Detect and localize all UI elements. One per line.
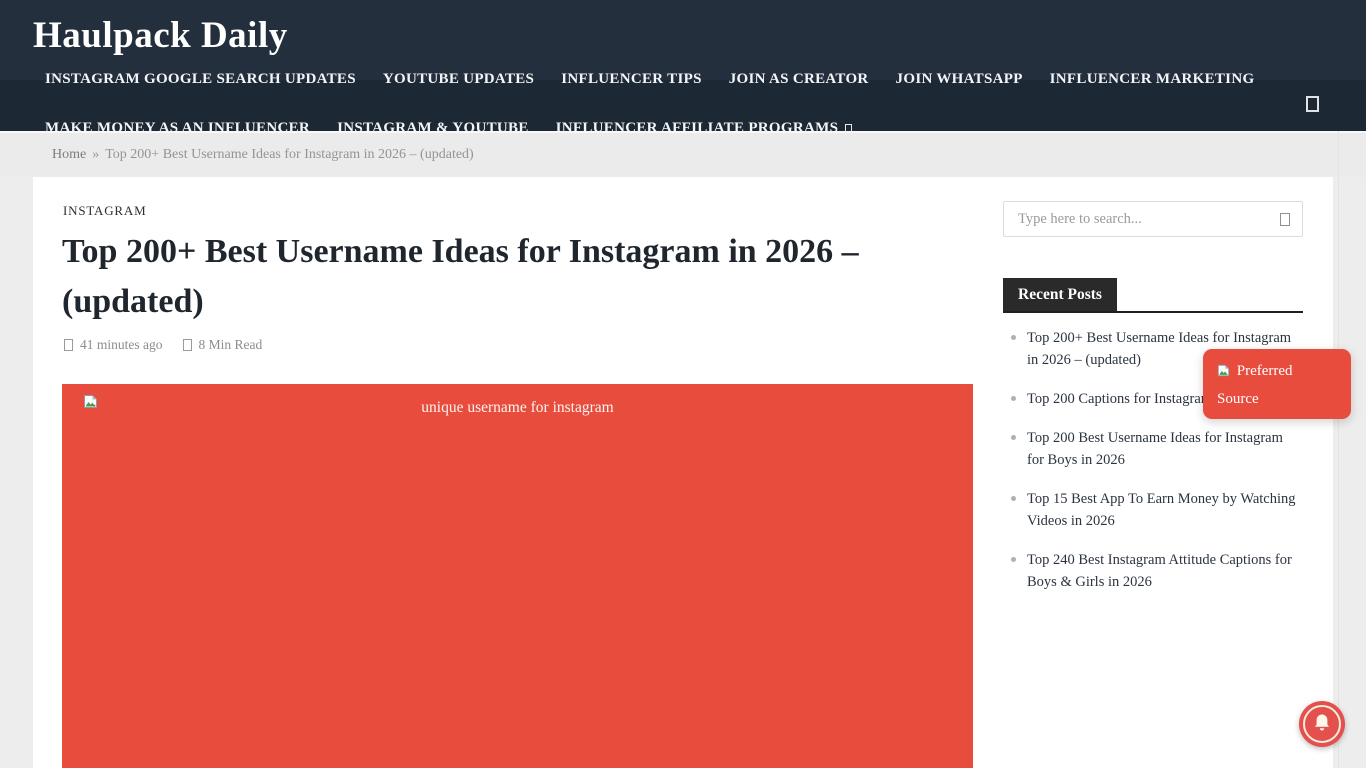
notifications-bell-button[interactable] [1299,701,1345,747]
bell-icon [1312,713,1332,735]
nav-link-join-as-creator[interactable]: JOIN AS CREATOR [729,71,869,88]
preferred-source-popup[interactable]: Preferred Source [1203,349,1351,419]
nav-link-youtube-updates[interactable]: YOUTUBE UPDATES [383,71,534,88]
nav-link-influencer-tips[interactable]: INFLUENCER TIPS [561,71,702,88]
recent-post-link-3[interactable]: Top 200 Best Username Ideas for Instagra… [1027,430,1283,468]
broken-image-icon [1217,365,1234,381]
nav-row-1: INSTAGRAM GOOGLE SEARCH UPDATES YOUTUBE … [45,71,1254,88]
nav-item[interactable]: INFLUENCER MARKETING [1050,71,1255,88]
breadcrumb-separator: » [92,147,99,162]
search-input[interactable] [1004,202,1302,236]
list-item: Top 15 Best App To Earn Money by Watchin… [1003,488,1303,532]
list-item: Top 240 Best Instagram Attitude Captions… [1003,549,1303,593]
sidebar-search [1003,201,1303,237]
featured-image-alt-text: unique username for instagram [62,399,973,417]
page-title: Top 200+ Best Username Ideas for Instagr… [62,227,882,327]
recent-post-link-5[interactable]: Top 240 Best Instagram Attitude Captions… [1027,552,1292,590]
read-time: 8 Min Read [183,337,263,353]
breadcrumb: Home » Top 200+ Best Username Ideas for In… [52,147,474,163]
nav-item[interactable]: YOUTUBE UPDATES [383,71,534,88]
post-meta: 41 minutes ago 8 Min Read [64,337,262,353]
featured-image-broken: unique username for instagram [62,384,973,768]
category-link[interactable]: INSTAGRAM [63,203,146,219]
published-time-label: 41 minutes ago [80,337,163,353]
content-container: INSTAGRAM Top 200+ Best Username Ideas f… [33,177,1333,768]
book-icon [183,339,192,351]
nav-item[interactable]: INFLUENCER TIPS [561,71,702,88]
content-edge-divider [1338,131,1339,768]
breadcrumb-band: Home » Top 200+ Best Username Ideas for In… [0,131,1366,177]
list-item: Top 200 Best Username Ideas for Instagra… [1003,427,1303,471]
published-time: 41 minutes ago [64,337,163,353]
read-time-label: 8 Min Read [199,337,263,353]
search-submit-icon[interactable] [1280,213,1290,226]
clock-icon [64,339,73,351]
recent-post-link-4[interactable]: Top 15 Best App To Earn Money by Watchin… [1027,491,1296,529]
breadcrumb-current: Top 200+ Best Username Ideas for Instagr… [105,147,473,162]
nav-item[interactable]: JOIN AS CREATOR [729,71,869,88]
breadcrumb-home-link[interactable]: Home [52,147,86,162]
nav-item[interactable]: INSTAGRAM GOOGLE SEARCH UPDATES [45,71,356,88]
nav-item[interactable]: JOIN WHATSAPP [896,71,1023,88]
nav-link-influencer-marketing[interactable]: INFLUENCER MARKETING [1050,71,1255,88]
recent-posts-underline [1003,311,1303,313]
search-toggle-icon[interactable] [1306,96,1319,112]
nav-link-instagram-google-search-updates[interactable]: INSTAGRAM GOOGLE SEARCH UPDATES [45,71,356,88]
recent-posts-heading: Recent Posts [1003,278,1117,312]
nav-link-join-whatsapp[interactable]: JOIN WHATSAPP [896,71,1023,88]
site-logo[interactable]: Haulpack Daily [33,14,288,57]
